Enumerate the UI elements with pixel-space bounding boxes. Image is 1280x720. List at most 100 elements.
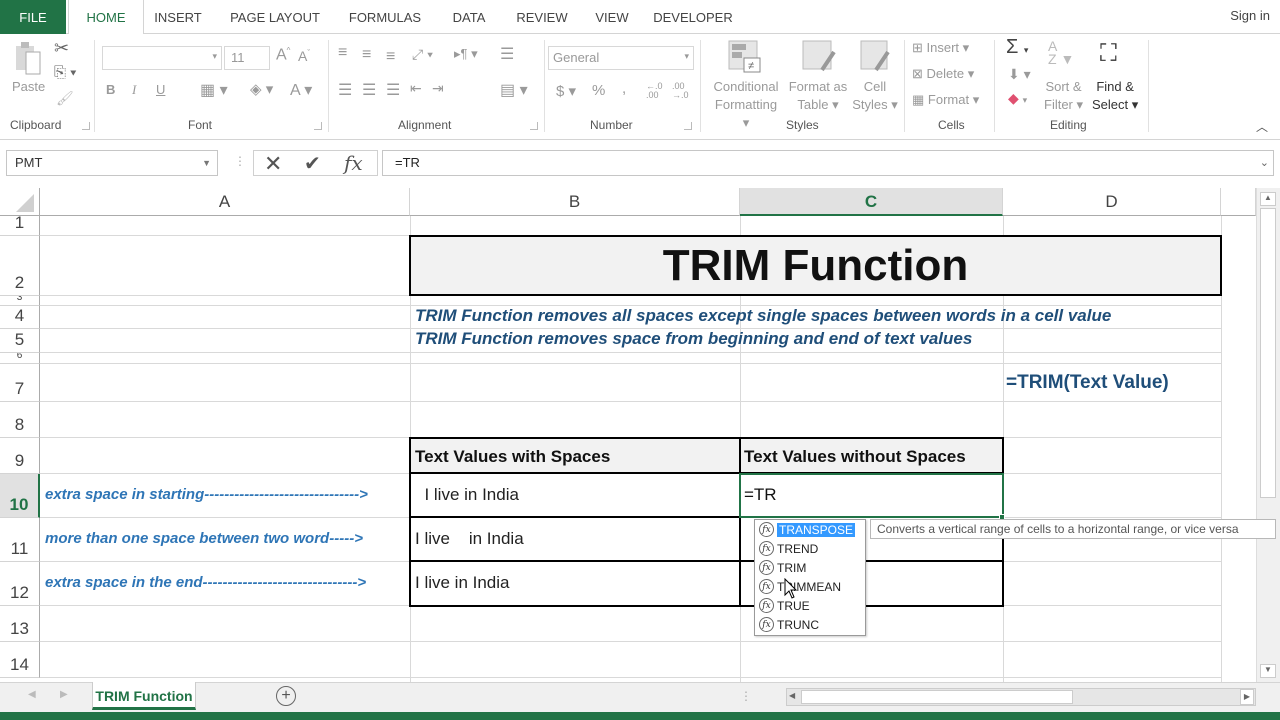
copy-icon[interactable]: ⎘ ▾: [54, 64, 76, 81]
with-spaces-cell-1[interactable]: I live in India: [415, 485, 519, 505]
increase-font-icon[interactable]: A^: [276, 46, 290, 64]
sheet-title-cell[interactable]: TRIM Function: [409, 235, 1222, 296]
table-header-with-spaces[interactable]: Text Values with Spaces: [411, 439, 739, 472]
row-label-1[interactable]: extra space in starting-----------------…: [45, 486, 368, 503]
select-all-button[interactable]: [0, 188, 40, 216]
align-left-icon[interactable]: ☰: [338, 80, 352, 100]
collapse-ribbon-icon[interactable]: ︿: [1256, 118, 1268, 135]
format-cells-button[interactable]: ▦ Format ▾: [912, 92, 979, 108]
bold-button[interactable]: B: [106, 82, 115, 97]
comma-button[interactable]: ,: [622, 80, 626, 97]
alignment-launcher-icon[interactable]: [530, 122, 538, 130]
delete-cells-button[interactable]: ⊠ Delete ▾: [912, 66, 974, 82]
column-header-c[interactable]: C: [740, 188, 1003, 216]
scroll-right-icon[interactable]: ▶: [1240, 689, 1254, 705]
decrease-font-icon[interactable]: Aˇ: [298, 48, 310, 64]
paste-button[interactable]: [14, 40, 44, 76]
column-header-d[interactable]: D: [1003, 188, 1221, 216]
with-spaces-cell-2[interactable]: I live in India: [415, 529, 524, 549]
horizontal-scrollbar[interactable]: ◀: [786, 688, 1256, 706]
find-select-button[interactable]: Find & Select ▾: [1092, 78, 1138, 114]
percent-button[interactable]: %: [592, 82, 605, 99]
vertical-scrollbar[interactable]: ▲ ▼: [1256, 188, 1280, 682]
align-center-icon[interactable]: ☰: [362, 80, 376, 100]
row-header-12[interactable]: 12: [0, 562, 40, 606]
sign-in-link[interactable]: Sign in: [1230, 0, 1270, 32]
add-sheet-button[interactable]: +: [276, 686, 296, 706]
row-header-7[interactable]: 7: [0, 364, 40, 402]
cancel-icon[interactable]: ✕: [264, 151, 282, 177]
tab-file[interactable]: FILE: [0, 0, 66, 34]
tab-insert[interactable]: INSERT: [146, 0, 210, 34]
font-launcher-icon[interactable]: [314, 122, 322, 130]
formula-input[interactable]: =TR ⌄: [382, 150, 1274, 176]
conditional-formatting-button[interactable]: Conditional Formatting ▾: [710, 78, 782, 132]
align-right-icon[interactable]: ☰: [386, 80, 400, 100]
vertical-scroll-thumb[interactable]: [1260, 208, 1276, 498]
italic-button[interactable]: I: [132, 82, 136, 98]
row-header-14[interactable]: 14: [0, 642, 40, 678]
name-box[interactable]: PMT ▼: [6, 150, 218, 176]
autocomplete-item[interactable]: fx TRIMMEAN: [755, 577, 865, 596]
cell-styles-button[interactable]: Cell Styles ▾: [852, 78, 898, 114]
scroll-down-icon[interactable]: ▼: [1260, 664, 1276, 678]
fill-icon[interactable]: ⬇ ▾: [1008, 66, 1031, 83]
align-middle-icon[interactable]: ≡: [362, 46, 371, 64]
expand-formula-icon[interactable]: ⌄: [1260, 151, 1269, 175]
row-header-9[interactable]: 9: [0, 438, 40, 474]
decrease-decimal-icon[interactable]: .00 →.0: [672, 82, 689, 100]
align-top-icon[interactable]: ≡: [338, 44, 347, 62]
row-header-6[interactable]: 6: [0, 353, 40, 364]
row-header-4[interactable]: 4: [0, 306, 40, 329]
row-label-2[interactable]: more than one space between two word----…: [45, 530, 363, 547]
number-launcher-icon[interactable]: [684, 122, 692, 130]
row-header-5[interactable]: 5: [0, 329, 40, 353]
syntax-cell[interactable]: =TRIM(Text Value): [1006, 372, 1169, 394]
row-header-10[interactable]: 10: [0, 474, 40, 518]
font-size-select[interactable]: 11: [224, 46, 270, 70]
tab-developer[interactable]: DEVELOPER: [648, 0, 738, 34]
insert-function-icon[interactable]: fx: [344, 151, 363, 175]
table-header-without-spaces[interactable]: Text Values without Spaces: [741, 439, 1002, 472]
worksheet-grid[interactable]: A B C D 1 2 3 4 5 6 7 8 9 10 11 12 13 14…: [0, 188, 1256, 682]
enter-check-icon[interactable]: ✔: [304, 151, 321, 176]
tab-home[interactable]: HOME: [68, 0, 144, 35]
autocomplete-item[interactable]: fx TRIM: [755, 558, 865, 577]
next-sheet-icon[interactable]: ▶: [60, 689, 68, 700]
cut-icon[interactable]: ✂: [54, 38, 69, 59]
tab-formulas[interactable]: FORMULAS: [340, 0, 430, 34]
active-cell-c10[interactable]: =TR: [739, 473, 1004, 518]
row-label-3[interactable]: extra space in the end------------------…: [45, 574, 366, 591]
text-direction-icon[interactable]: ▸¶ ▾: [454, 46, 478, 62]
format-as-table-button[interactable]: Format as Table ▾: [786, 78, 850, 114]
font-color-icon[interactable]: A ▾: [290, 80, 312, 100]
autocomplete-item[interactable]: fx TRUNC: [755, 615, 865, 634]
prev-sheet-icon[interactable]: ◀: [28, 689, 36, 700]
row-header-3[interactable]: 3: [0, 296, 40, 306]
align-bottom-icon[interactable]: ≡: [386, 48, 395, 66]
number-format-select[interactable]: General ▾: [548, 46, 694, 70]
with-spaces-cell-3[interactable]: I live in India: [415, 573, 510, 593]
scroll-left-icon[interactable]: ◀: [789, 691, 795, 700]
row-header-1[interactable]: 1: [0, 216, 40, 236]
tab-view[interactable]: VIEW: [588, 0, 636, 34]
insert-cells-button[interactable]: ⊞ Insert ▾: [912, 40, 969, 56]
wrap-text-icon[interactable]: ☰: [500, 44, 514, 64]
increase-decimal-icon[interactable]: ←.0.00: [646, 82, 663, 100]
font-name-select[interactable]: ▾: [102, 46, 222, 70]
orientation-icon[interactable]: ⤢ ▾: [412, 46, 433, 63]
tab-review[interactable]: REVIEW: [508, 0, 576, 34]
increase-indent-icon[interactable]: ⇥: [432, 80, 444, 97]
column-header-e[interactable]: [1221, 188, 1256, 216]
borders-icon[interactable]: ▦ ▾: [200, 80, 228, 100]
note-cell-2[interactable]: TRIM Function removes space from beginni…: [415, 329, 972, 349]
format-painter-icon[interactable]: 🖌: [56, 90, 74, 107]
row-header-11[interactable]: 11: [0, 518, 40, 562]
row-header-2[interactable]: 2: [0, 236, 40, 296]
autocomplete-item[interactable]: fx TRUE: [755, 596, 865, 615]
autocomplete-item[interactable]: fx TRANSPOSE: [755, 520, 865, 539]
note-cell-1[interactable]: TRIM Function removes all spaces except …: [415, 306, 1111, 326]
row-header-8[interactable]: 8: [0, 402, 40, 438]
underline-button[interactable]: U: [156, 82, 165, 97]
sort-filter-button[interactable]: Sort & Filter ▾: [1044, 78, 1083, 114]
